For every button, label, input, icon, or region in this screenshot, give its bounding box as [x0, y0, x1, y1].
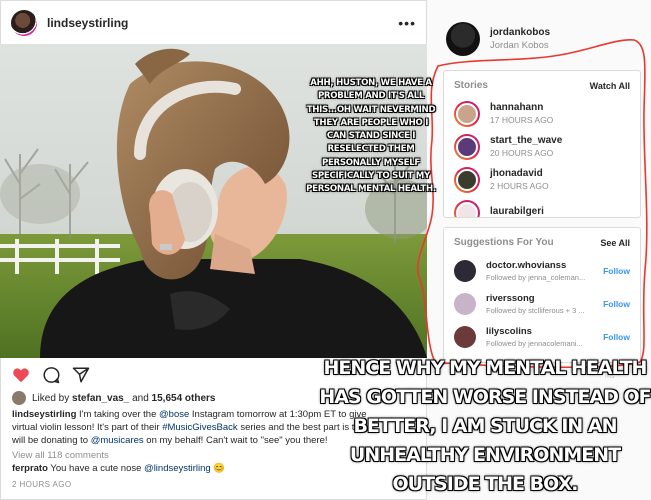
view-all-comments-link[interactable]: View all 118 comments: [12, 450, 109, 461]
story-ring: [454, 199, 480, 217]
story-name: hannahann: [490, 102, 544, 113]
stories-panel: Stories Watch All hannahann 17 HOURS AGO…: [443, 70, 641, 218]
suggestion-avatar[interactable]: [454, 325, 476, 348]
heart-icon[interactable]: [12, 367, 30, 383]
suggestion-avatar[interactable]: [454, 292, 476, 315]
comment-icon[interactable]: [42, 366, 60, 384]
smile-emoji-icon: 😊: [213, 463, 226, 474]
suggestion-followed-by: Followed by stclliferous + 3 ...: [486, 305, 585, 315]
follow-button[interactable]: Follow: [603, 299, 630, 309]
suggestion-name[interactable]: lilyscolins: [486, 326, 603, 337]
post-timestamp: 2 HOURS AGO: [12, 480, 72, 489]
story-name: start_the_wave: [490, 135, 563, 146]
suggestion-followed-by: Followed by jenna_coleman...: [486, 272, 586, 282]
liked-by-user[interactable]: stefan_vas_: [72, 393, 129, 404]
suggestions-panel: Suggestions For You See All doctor.whovi…: [443, 227, 641, 363]
suggestion-item: lilyscolins Followed by jennacolemani...…: [444, 320, 640, 353]
current-user-username[interactable]: jordankobos: [490, 27, 550, 38]
suggestion-followed-by: Followed by jennacolemani...: [486, 338, 583, 348]
suggestion-name[interactable]: riverssong: [486, 293, 603, 304]
story-item[interactable]: laurabilgeri: [444, 196, 640, 217]
stories-title: Stories: [454, 80, 488, 91]
suggestion-item: riverssong Followed by stclliferous + 3 …: [444, 287, 640, 320]
story-name: laurabilgeri: [490, 206, 544, 217]
caption-hashtag[interactable]: #MusicGivesBack: [162, 422, 238, 433]
watch-all-button[interactable]: Watch All: [590, 81, 630, 91]
story-item[interactable]: jhonadavid 2 HOURS AGO: [444, 163, 640, 196]
caption-mention-bose[interactable]: @bose: [159, 409, 189, 420]
likes-count[interactable]: 15,654 others: [152, 393, 216, 404]
caption-text: virtual violin lesson! It's part of thei…: [12, 422, 160, 433]
post-actions: [12, 366, 90, 384]
share-icon[interactable]: [72, 366, 90, 384]
comment-text: You have a cute nose: [50, 463, 142, 474]
current-user: jordankobos Jordan Kobos: [446, 22, 550, 56]
suggestion-name[interactable]: doctor.whovianss: [486, 260, 603, 271]
caption-mention-musicares[interactable]: @musicares: [91, 435, 144, 446]
story-item[interactable]: start_the_wave 20 HOURS AGO: [444, 130, 640, 163]
comment-username[interactable]: ferprato: [12, 463, 48, 474]
suggestions-title: Suggestions For You: [454, 237, 554, 248]
comment-mention[interactable]: @lindseystirling: [144, 463, 211, 474]
story-item[interactable]: hannahann 17 HOURS AGO: [444, 97, 640, 130]
story-ring: [454, 133, 480, 160]
follow-button[interactable]: Follow: [603, 266, 630, 276]
liked-by-prefix: Liked by: [32, 392, 70, 404]
liked-by-and: and: [132, 392, 149, 404]
story-time: 2 HOURS AGO: [490, 181, 549, 191]
see-all-button[interactable]: See All: [600, 238, 630, 248]
story-name: jhonadavid: [490, 168, 543, 179]
likes-line: Liked by stefan_vas_ and 15,654 others: [12, 391, 215, 405]
current-user-avatar[interactable]: [446, 22, 480, 56]
current-user-fullname: Jordan Kobos: [490, 40, 549, 51]
story-time: 17 HOURS AGO: [490, 115, 554, 125]
suggestion-avatar[interactable]: [454, 259, 476, 282]
meme-bottom-text: HENCE WHY MY MENTAL HEALTH HAS GOTTEN WO…: [319, 357, 651, 495]
liker-avatar: [12, 391, 26, 405]
post-username[interactable]: lindseystirling: [47, 16, 128, 30]
post-author-avatar[interactable]: [11, 9, 37, 36]
meme-top-text: AHH, HUSTON, WE HAVE A PROBLEM AND IT'S …: [306, 78, 436, 195]
comment: ferprato You have a cute nose @lindseyst…: [12, 463, 225, 474]
story-ring: [454, 166, 480, 193]
caption-text: I'm taking over the: [79, 409, 157, 420]
follow-button[interactable]: Follow: [603, 332, 630, 342]
caption-text: on my behalf! Can't wait to "see" you th…: [146, 435, 328, 446]
story-ring: [454, 100, 480, 127]
story-time: 20 HOURS AGO: [490, 148, 554, 158]
more-horizontal-icon[interactable]: •••: [398, 15, 416, 31]
post-header: lindseystirling •••: [1, 1, 426, 45]
caption-username[interactable]: lindseystirling: [12, 409, 76, 420]
suggestion-item: doctor.whovianss Followed by jenna_colem…: [444, 254, 640, 287]
caption-text: will be donating to: [12, 435, 89, 446]
